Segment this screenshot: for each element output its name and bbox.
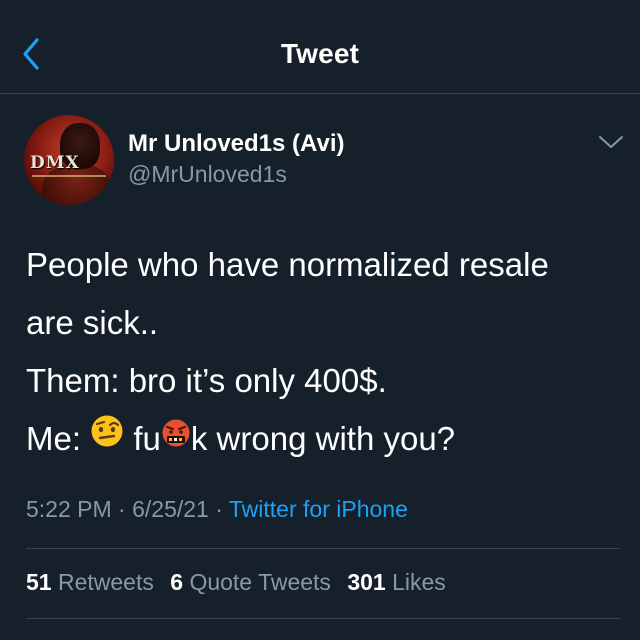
meta-separator: · bbox=[118, 496, 126, 522]
face-with-symbols-on-mouth-emoji-icon bbox=[161, 408, 191, 466]
likes-count: 301 bbox=[347, 569, 386, 595]
avatar[interactable]: DMX bbox=[24, 115, 114, 205]
tweet-author-header: DMX Mr Unloved1s (Avi) @MrUnloved1s bbox=[0, 93, 640, 213]
tweet-detail-screen: Tweet DMX Mr Unloved1s (Avi) @MrUnloved1… bbox=[0, 0, 640, 640]
author-handle[interactable]: @MrUnloved1s bbox=[128, 161, 287, 188]
tweet-text-fragment: fu bbox=[133, 420, 161, 457]
tweet-text-fragment: k wrong with you? bbox=[190, 420, 456, 457]
navigation-bar: Tweet bbox=[0, 0, 640, 94]
retweets-count: 51 bbox=[26, 569, 52, 595]
retweets-label: Retweets bbox=[57, 569, 154, 595]
page-title: Tweet bbox=[280, 38, 360, 69]
quote-tweets-count: 6 bbox=[170, 569, 184, 595]
divider bbox=[26, 618, 620, 619]
tweet-text-line: Them: bro it’s only 400$. bbox=[26, 362, 387, 399]
quote-tweets-stat[interactable]: 6 Quote Tweets bbox=[170, 569, 331, 595]
tweet-text: People who have normalized resale are si… bbox=[26, 236, 626, 470]
meta-separator: · bbox=[215, 496, 223, 522]
tweet-source-link[interactable]: Twitter for iPhone bbox=[229, 496, 408, 522]
avatar-logo-underline bbox=[32, 175, 106, 177]
divider bbox=[26, 548, 620, 549]
face-with-raised-eyebrow-emoji-icon bbox=[90, 408, 124, 466]
likes-stat[interactable]: 301 Likes bbox=[347, 569, 445, 595]
likes-label: Likes bbox=[392, 569, 446, 595]
retweets-stat[interactable]: 51 Retweets bbox=[26, 569, 154, 595]
chevron-down-icon bbox=[599, 136, 623, 148]
quote-tweets-label: Quote Tweets bbox=[189, 569, 331, 595]
avatar-logo-text: DMX bbox=[30, 153, 80, 173]
tweet-text-fragment: Me: bbox=[26, 420, 82, 457]
more-options-button[interactable] bbox=[596, 129, 626, 155]
tweet-date: 6/25/21 bbox=[132, 496, 209, 522]
tweet-text-line: People who have normalized resale bbox=[26, 246, 549, 283]
tweet-stats: 51 Retweets 6 Quote Tweets 301 Likes bbox=[26, 569, 456, 596]
tweet-time: 5:22 PM bbox=[26, 496, 112, 522]
author-display-name[interactable]: Mr Unloved1s (Avi) bbox=[128, 130, 344, 158]
tweet-meta: 5:22 PM · 6/25/21 · Twitter for iPhone bbox=[26, 496, 408, 523]
tweet-text-line: are sick.. bbox=[26, 304, 159, 341]
tweet-text-line: Me: fu k wrong with you? bbox=[26, 410, 626, 470]
